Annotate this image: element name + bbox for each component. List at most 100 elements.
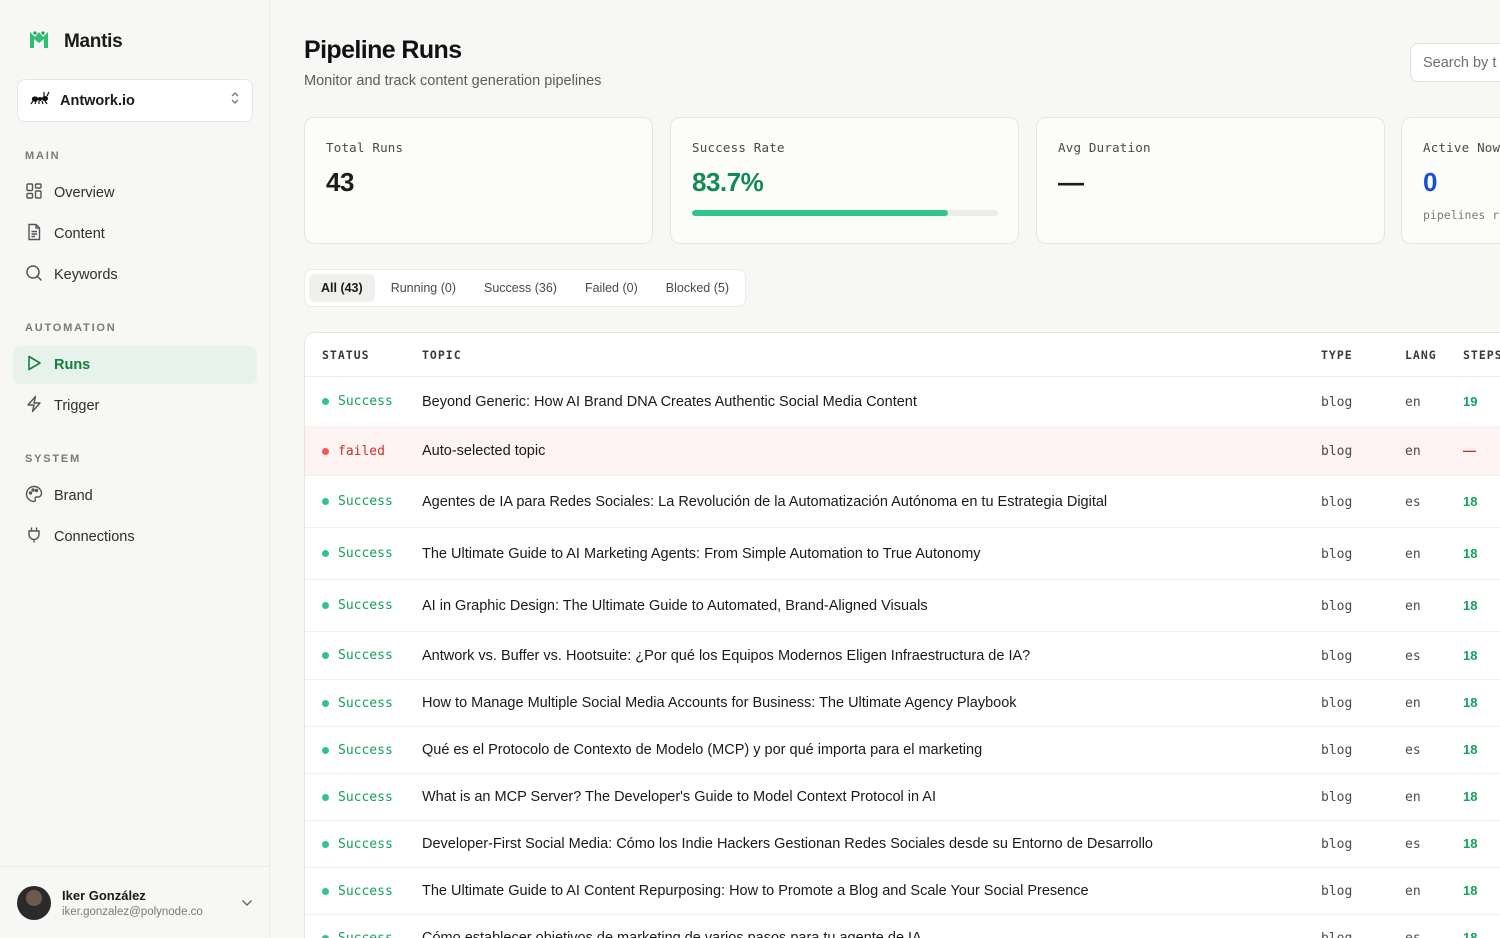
status-dot-icon [322, 793, 329, 801]
status-badge: Success [322, 931, 422, 938]
table-row[interactable]: Success Cómo establecer objetivos de mark… [305, 915, 1500, 938]
user-email: iker.gonzalez@polynode.co [62, 905, 203, 918]
sidebar-item-trigger[interactable]: Trigger [13, 387, 257, 425]
status-text: Success [338, 836, 393, 852]
play-icon [25, 354, 43, 376]
run-lang: en [1405, 546, 1421, 562]
status-dot-icon [322, 498, 329, 505]
run-topic[interactable]: How to Manage Multiple Social Media Acco… [422, 695, 1017, 711]
stat-card-avg-duration: Avg Duration — [1036, 117, 1385, 244]
status-dot-icon [322, 934, 329, 938]
table-row[interactable]: Success Beyond Generic: How AI Brand DNA … [305, 377, 1500, 427]
brand[interactable]: Mantis [28, 28, 123, 55]
sidebar-item-keywords[interactable]: Keywords [13, 256, 257, 294]
tab-blocked[interactable]: Blocked (5) [654, 274, 741, 302]
run-steps: 18 [1463, 742, 1478, 757]
run-topic[interactable]: Cómo establecer objetivos de marketing d… [422, 930, 922, 938]
run-topic[interactable]: AI in Graphic Design: The Ultimate Guide… [422, 598, 928, 614]
sidebar-item-content[interactable]: Content [13, 215, 257, 253]
sidebar-item-connections[interactable]: Connections [13, 518, 257, 556]
table-row[interactable]: Success What is an MCP Server? The Develo… [305, 774, 1500, 821]
run-lang: es [1405, 743, 1421, 758]
stat-label: Avg Duration [1058, 140, 1151, 155]
tab-success[interactable]: Success (36) [472, 274, 569, 302]
user-menu[interactable]: Iker González iker.gonzalez@polynode.co [0, 866, 270, 938]
table-row[interactable]: failed Auto-selected topic blog en — [305, 427, 1500, 476]
column-header-lang[interactable]: LANG [1405, 348, 1463, 362]
table-row[interactable]: Success How to Manage Multiple Social Med… [305, 680, 1500, 727]
run-topic[interactable]: Agentes de IA para Redes Sociales: La Re… [422, 494, 1107, 510]
status-dot-icon [322, 398, 329, 405]
tab-running[interactable]: Running (0) [379, 274, 468, 302]
tab-failed[interactable]: Failed (0) [573, 274, 650, 302]
run-steps: 18 [1463, 545, 1478, 561]
run-type: blog [1321, 394, 1353, 410]
table-row[interactable]: Success The Ultimate Guide to AI Content … [305, 868, 1500, 915]
sidebar-item-label: Content [54, 226, 105, 242]
sidebar-item-brand[interactable]: Brand [13, 477, 257, 515]
stat-value: 83.7% [692, 167, 764, 197]
sidebar-item-runs[interactable]: Runs [13, 346, 257, 384]
run-topic[interactable]: Qué es el Protocolo de Contexto de Model… [422, 742, 982, 758]
status-text: Success [338, 648, 393, 663]
section-label-system: SYSTEM [25, 453, 82, 465]
table-row[interactable]: Success Qué es el Protocolo de Contexto d… [305, 727, 1500, 774]
run-type: blog [1321, 444, 1353, 459]
stat-value: — [1058, 167, 1084, 197]
run-type: blog [1321, 931, 1352, 938]
ant-logo-icon [30, 91, 50, 110]
search-input[interactable] [1410, 43, 1500, 82]
mantis-logo-icon [28, 28, 50, 55]
status-badge: Success [322, 790, 422, 805]
table-row[interactable]: Success Agentes de IA para Redes Sociales… [305, 476, 1500, 528]
table-row[interactable]: Success Antwork vs. Buffer vs. Hootsuite:… [305, 632, 1500, 680]
run-topic[interactable]: What is an MCP Server? The Developer's G… [422, 789, 936, 805]
chevron-up-down-icon [230, 91, 240, 110]
run-type: blog [1321, 648, 1353, 664]
run-topic[interactable]: The Ultimate Guide to AI Marketing Agent… [422, 546, 981, 562]
chevron-down-icon[interactable] [241, 894, 253, 912]
column-header-steps[interactable]: STEPS [1463, 348, 1500, 362]
status-badge: Success [322, 394, 422, 409]
run-lang: en [1405, 790, 1421, 805]
stat-value: 0 [1423, 167, 1437, 197]
status-badge: Success [322, 696, 422, 711]
status-filter-tabs: All (43) Running (0) Success (36) Failed… [304, 269, 746, 307]
user-name: Iker González [62, 887, 146, 903]
stat-card-success-rate: Success Rate 83.7% [670, 117, 1019, 244]
section-label-main: MAIN [25, 150, 61, 162]
org-switcher[interactable]: Antwork.io [17, 79, 253, 122]
app-name: Mantis [64, 30, 123, 52]
run-lang: en [1405, 884, 1421, 899]
sidebar-item-label: Keywords [54, 267, 118, 283]
run-topic[interactable]: Antwork vs. Buffer vs. Hootsuite: ¿Por q… [422, 648, 1030, 664]
column-header-topic[interactable]: TOPIC [422, 348, 1321, 362]
table-row[interactable]: Success Developer-First Social Media: Cóm… [305, 821, 1500, 868]
tab-all[interactable]: All (43) [309, 274, 375, 302]
sidebar-item-overview[interactable]: Overview [13, 174, 257, 212]
run-type: blog [1321, 790, 1353, 805]
status-badge: Success [322, 743, 422, 758]
stat-note: pipelines r [1423, 208, 1500, 222]
column-header-type[interactable]: TYPE [1321, 348, 1405, 362]
table-row[interactable]: Success The Ultimate Guide to AI Marketin… [305, 528, 1500, 580]
lightning-icon [25, 395, 43, 417]
table-row[interactable]: Success AI in Graphic Design: The Ultimat… [305, 580, 1500, 632]
run-steps: 18 [1463, 883, 1478, 898]
stat-value: 43 [326, 167, 354, 197]
sidebar-item-label: Trigger [54, 398, 100, 414]
run-topic[interactable]: Beyond Generic: How AI Brand DNA Creates… [422, 394, 917, 410]
run-topic[interactable]: Developer-First Social Media: Cómo los I… [422, 836, 1153, 852]
stat-label: Active Now [1423, 140, 1500, 155]
column-header-status[interactable]: STATUS [305, 348, 422, 362]
main-content: Pipeline Runs Monitor and track content … [270, 0, 1500, 938]
status-badge: failed [322, 444, 422, 459]
run-lang: es [1405, 931, 1421, 938]
run-topic[interactable]: The Ultimate Guide to AI Content Repurpo… [422, 883, 1089, 899]
runs-table: STATUS TOPIC TYPE LANG STEPS Success Beyo… [304, 332, 1500, 938]
run-steps: 18 [1463, 597, 1478, 613]
status-text: Success [338, 546, 393, 561]
run-type: blog [1321, 837, 1353, 852]
run-topic[interactable]: Auto-selected topic [422, 443, 545, 459]
run-steps: 18 [1463, 695, 1478, 710]
